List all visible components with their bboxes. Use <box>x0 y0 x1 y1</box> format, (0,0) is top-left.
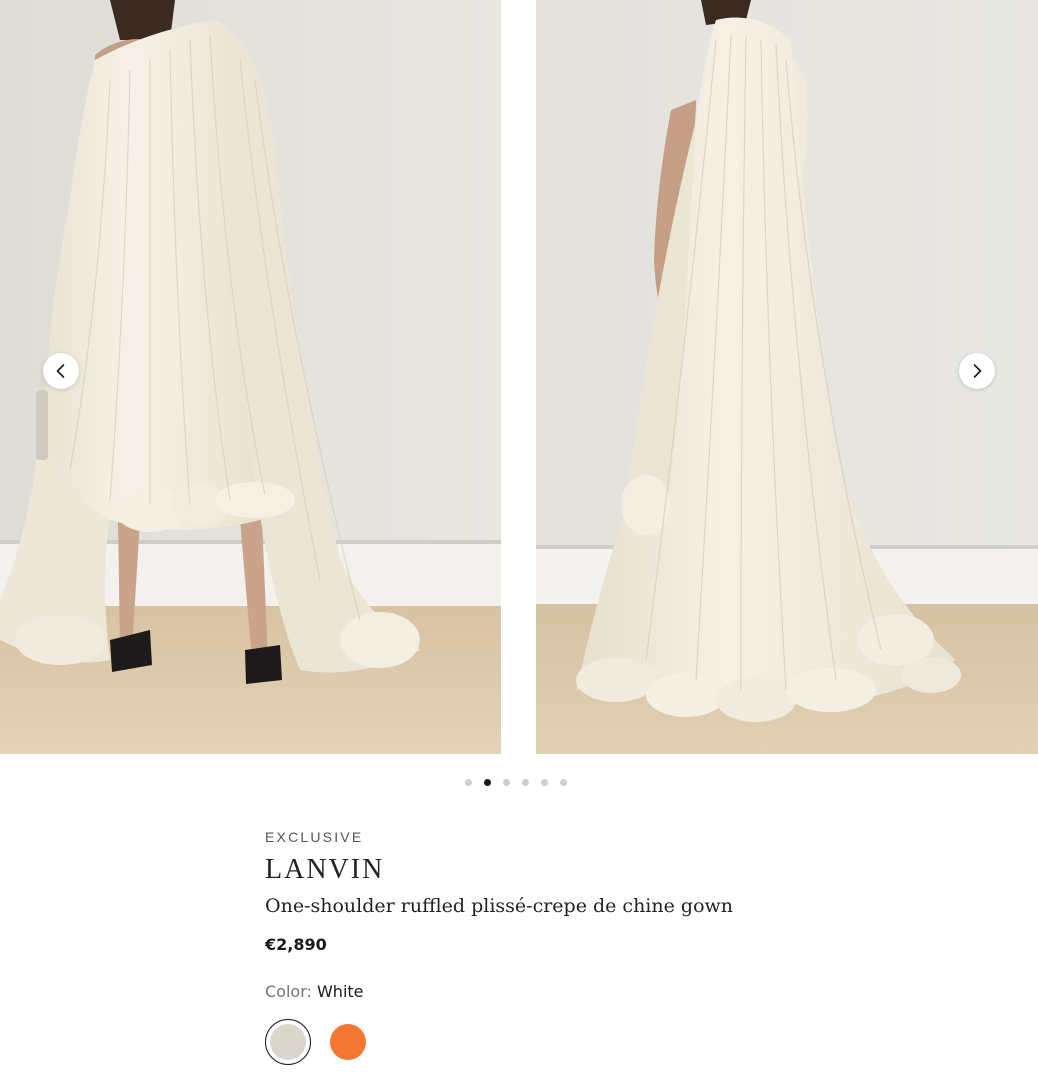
gallery-next-button[interactable] <box>959 353 995 389</box>
pagination-dot[interactable] <box>503 779 510 786</box>
product-title: One-shoulder ruffled plissé-crepe de chi… <box>265 895 734 917</box>
swatch-color <box>270 1024 306 1060</box>
color-swatches <box>265 1019 865 1065</box>
pagination-dot[interactable] <box>465 779 472 786</box>
color-label: Color: <box>265 982 312 1001</box>
product-info: EXCLUSIVE LANVIN One-shoulder ruffled pl… <box>265 828 865 1065</box>
gallery-prev-button[interactable] <box>43 353 79 389</box>
selected-color-value: White <box>316 982 364 1001</box>
color-swatch-orange[interactable] <box>325 1019 371 1065</box>
swatch-color <box>330 1024 366 1060</box>
product-image-gallery <box>0 0 1038 754</box>
pagination-dot[interactable] <box>484 779 491 786</box>
color-swatch-white[interactable] <box>265 1019 311 1065</box>
pagination-dot[interactable] <box>560 779 567 786</box>
exclusive-label: EXCLUSIVE <box>265 829 364 845</box>
color-selection-label: Color: White <box>265 982 865 1002</box>
pagination-dot[interactable] <box>541 779 548 786</box>
gallery-pagination-dots <box>465 779 567 786</box>
product-price: €2,890 <box>265 935 327 954</box>
chevron-left-icon <box>56 364 65 378</box>
brand-name[interactable]: LANVIN <box>265 855 865 885</box>
chevron-right-icon <box>973 364 982 378</box>
pagination-dot[interactable] <box>522 779 529 786</box>
